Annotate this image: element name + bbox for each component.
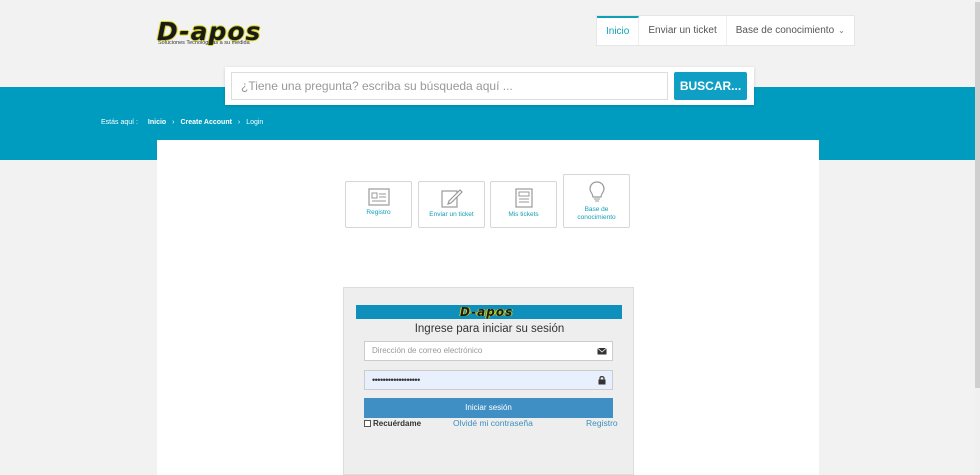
forgot-password-link[interactable]: Olvidé mi contraseña xyxy=(453,418,533,428)
breadcrumb-separator-icon: › xyxy=(172,119,175,126)
register-link[interactable]: Registro xyxy=(586,418,618,428)
edit-icon xyxy=(440,189,463,208)
nav-item-enviar-ticket[interactable]: Enviar un ticket xyxy=(639,16,727,45)
nav-label: Inicio xyxy=(606,26,630,37)
search-box: ¿Tiene una pregunta? escriba su búsqueda… xyxy=(225,67,754,105)
ticket-list-icon xyxy=(514,188,533,208)
login-title: Ingrese para iniciar su sesión xyxy=(414,323,565,335)
search-input[interactable]: ¿Tiene una pregunta? escriba su búsqueda… xyxy=(231,72,668,100)
nav-label: Enviar un ticket xyxy=(648,25,717,36)
quick-links: Registro Enviar un ticket Mis tickets Ba… xyxy=(345,174,635,230)
tile-mis-tickets[interactable]: Mis tickets xyxy=(490,181,557,228)
login-card: D-apos Ingrese para iniciar su sesión Di… xyxy=(343,287,634,475)
logo-tagline: Soluciones Tecnológicas a su medida xyxy=(158,40,250,46)
breadcrumb-item-login: Login xyxy=(246,119,264,126)
search-button[interactable]: BUSCAR... xyxy=(674,72,747,100)
remember-me[interactable]: Recuérdame xyxy=(364,419,421,428)
tile-label: Registro xyxy=(366,209,391,216)
chevron-down-icon: ⌄ xyxy=(838,26,845,35)
breadcrumb: Estás aquí : Inicio › Create Account › L… xyxy=(101,119,263,126)
tile-label: Base de conocimiento xyxy=(577,206,616,221)
password-field[interactable]: •••••••••••••••••• xyxy=(364,370,613,390)
tile-base-conocimiento[interactable]: Base de conocimiento xyxy=(563,174,630,228)
tile-label: Mis tickets xyxy=(508,211,539,218)
remember-label: Recuérdame xyxy=(373,419,422,428)
lock-icon xyxy=(598,376,606,385)
tile-registro[interactable]: Registro xyxy=(345,181,412,228)
email-field[interactable]: Dirección de correo electrónico xyxy=(364,341,613,361)
email-placeholder: Dirección de correo electrónico xyxy=(372,346,483,355)
tile-enviar-ticket[interactable]: Enviar un ticket xyxy=(418,181,485,228)
logo[interactable]: D-apos Soluciones Tecnológicas a su medi… xyxy=(157,19,275,47)
tile-label: Enviar un ticket xyxy=(429,211,474,218)
breadcrumb-item-create-account[interactable]: Create Account xyxy=(180,119,231,126)
login-button[interactable]: Iniciar sesión xyxy=(364,398,613,418)
remember-checkbox[interactable] xyxy=(364,420,371,427)
envelope-icon xyxy=(597,347,607,355)
scrollbar[interactable] xyxy=(975,0,980,475)
nav-item-base-conocimiento[interactable]: Base de conocimiento ⌄ xyxy=(727,16,854,45)
breadcrumb-item-inicio[interactable]: Inicio xyxy=(148,119,166,126)
nav-label: Base de conocimiento xyxy=(735,25,835,36)
password-value: •••••••••••••••••• xyxy=(372,375,420,385)
lightbulb-icon xyxy=(588,181,605,202)
login-brand: D-apos xyxy=(460,305,514,319)
breadcrumb-prefix: Estás aquí : xyxy=(101,119,138,126)
main-nav: Inicio Enviar un ticket Base de conocimi… xyxy=(596,15,855,46)
id-card-icon xyxy=(367,188,390,206)
breadcrumb-separator-icon: › xyxy=(237,119,241,126)
login-brand-bar: D-apos xyxy=(356,305,622,319)
scrollbar-thumb[interactable] xyxy=(975,2,980,388)
nav-item-inicio[interactable]: Inicio xyxy=(597,16,640,45)
